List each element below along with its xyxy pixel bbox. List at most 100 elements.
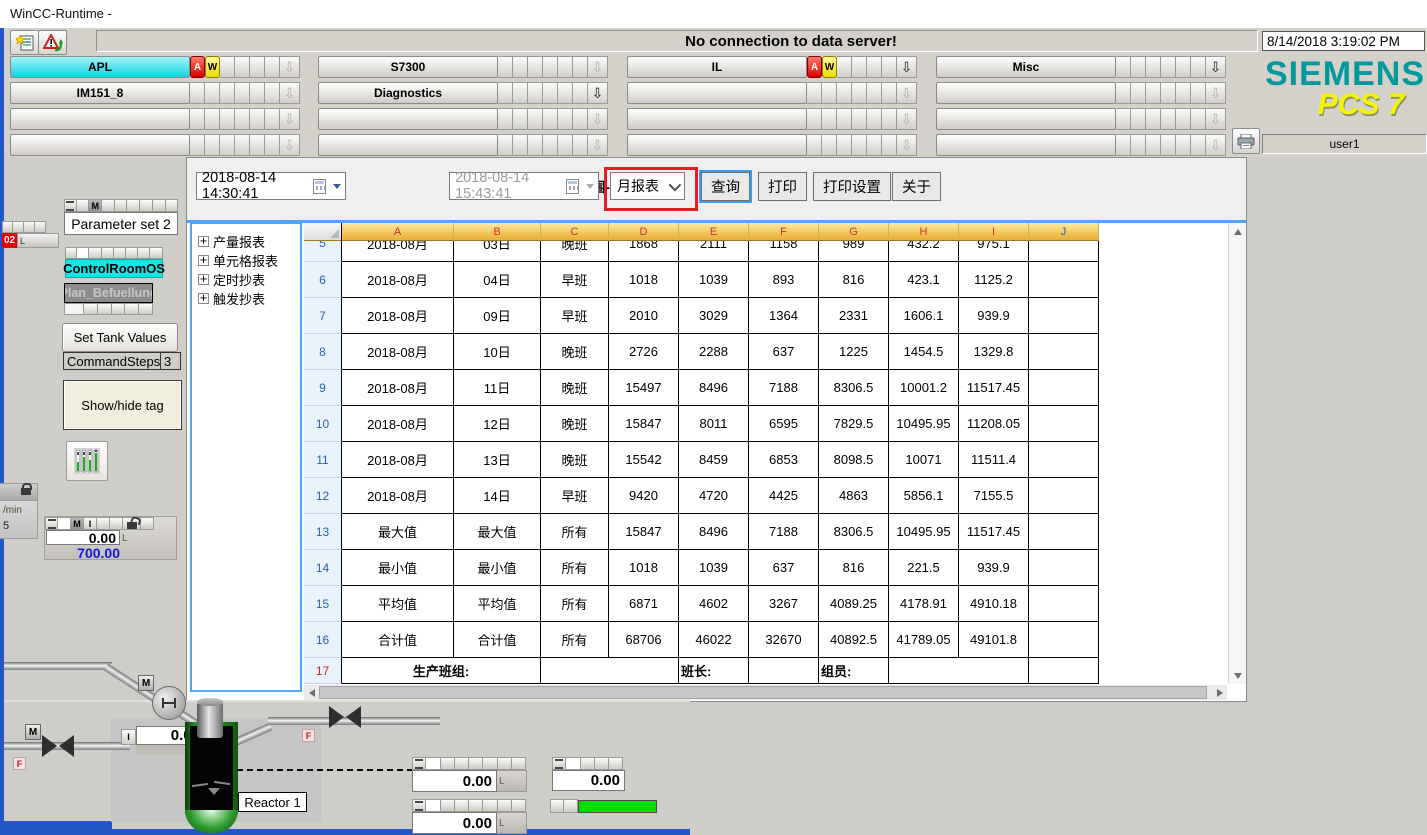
nav-button-empty[interactable] xyxy=(627,134,807,156)
table-cell[interactable]: 15497 xyxy=(609,370,679,406)
faceplate-cell[interactable] xyxy=(102,247,114,259)
table-cell[interactable]: 7155.5 xyxy=(959,478,1029,514)
table-cell[interactable]: 最小值 xyxy=(454,550,541,586)
table-cell[interactable]: 11208.05 xyxy=(959,406,1029,442)
faceplate-cell[interactable] xyxy=(441,757,455,770)
table-cell[interactable]: 4910.18 xyxy=(959,586,1029,622)
table-cell[interactable]: 2111 xyxy=(679,241,749,262)
table-cell[interactable]: 2331 xyxy=(819,298,889,334)
table-cell[interactable]: 最大值 xyxy=(454,514,541,550)
column-header-c[interactable]: C xyxy=(541,223,609,241)
table-cell[interactable]: 939.9 xyxy=(959,550,1029,586)
table-cell[interactable] xyxy=(1029,514,1099,550)
print-button[interactable]: 打印 xyxy=(758,172,807,201)
row-number[interactable]: 5 xyxy=(304,241,342,262)
table-cell[interactable]: 2018-08月 xyxy=(342,406,454,442)
faceplate-cell[interactable] xyxy=(595,757,609,770)
nav-button-misc[interactable]: Misc xyxy=(936,56,1116,78)
scroll-left-arrow[interactable] xyxy=(304,685,319,700)
row-number[interactable]: 12 xyxy=(304,478,342,514)
table-cell[interactable]: 4089.25 xyxy=(819,586,889,622)
select-all-corner[interactable] xyxy=(304,223,342,241)
table-footer-cell[interactable]: 生产班组: xyxy=(342,658,541,684)
page-down-arrow-icon[interactable]: ⇩ xyxy=(1206,134,1226,156)
faceplate-cell[interactable] xyxy=(512,799,526,812)
scroll-right-arrow[interactable] xyxy=(1212,685,1227,700)
table-cell[interactable] xyxy=(1029,334,1099,370)
table-cell[interactable]: 09日 xyxy=(454,298,541,334)
table-cell[interactable]: 11517.45 xyxy=(959,514,1029,550)
faceplate-cell[interactable] xyxy=(426,799,440,812)
table-cell[interactable]: 10001.2 xyxy=(889,370,959,406)
table-cell[interactable]: 1018 xyxy=(609,262,679,298)
faceplate-cell[interactable] xyxy=(112,303,126,315)
table-cell[interactable]: 8496 xyxy=(679,514,749,550)
tree-item[interactable]: 产量报表 xyxy=(198,232,300,251)
faceplate-cell[interactable] xyxy=(98,303,112,315)
faceplate-cell[interactable] xyxy=(609,757,623,770)
table-cell[interactable]: 早班 xyxy=(541,298,609,334)
table-cell[interactable]: 2018-08月 xyxy=(342,442,454,478)
table-cell[interactable]: 939.9 xyxy=(959,298,1029,334)
column-header-f[interactable]: F xyxy=(749,223,819,241)
table-cell[interactable]: 15847 xyxy=(609,514,679,550)
table-cell[interactable]: 2018-08月 xyxy=(342,478,454,514)
faceplate-cell[interactable] xyxy=(564,799,578,813)
table-cell[interactable]: 41789.05 xyxy=(889,622,959,658)
tree-item[interactable]: 单元格报表 xyxy=(198,251,300,270)
page-down-arrow-icon[interactable]: ⇩ xyxy=(897,56,917,78)
valve-mode-badge[interactable]: M xyxy=(25,724,41,740)
query-button[interactable]: 查询 xyxy=(701,172,750,201)
print-setup-button[interactable]: 打印设置 xyxy=(813,172,891,201)
table-cell[interactable]: 46022 xyxy=(679,622,749,658)
faceplate-cell[interactable] xyxy=(441,799,455,812)
row-number[interactable]: 7 xyxy=(304,298,342,334)
mode-badge[interactable]: M xyxy=(89,199,102,212)
page-down-arrow-icon[interactable]: ⇩ xyxy=(1206,56,1226,78)
table-cell[interactable]: 8496 xyxy=(679,370,749,406)
table-cell[interactable]: 1329.8 xyxy=(959,334,1029,370)
page-down-arrow-icon[interactable]: ⇩ xyxy=(897,134,917,156)
mode-badge-internal[interactable]: I xyxy=(84,517,97,530)
faceplate-cell[interactable] xyxy=(102,199,115,212)
table-cell[interactable]: 68706 xyxy=(609,622,679,658)
table-cell[interactable] xyxy=(1029,442,1099,478)
nav-button-empty[interactable] xyxy=(936,108,1116,130)
unlock-cell[interactable] xyxy=(123,517,141,530)
reactor-vessel[interactable] xyxy=(185,722,238,833)
row-number[interactable]: 6 xyxy=(304,262,342,298)
table-cell[interactable]: 6871 xyxy=(609,586,679,622)
table-cell[interactable]: 11511.4 xyxy=(959,442,1029,478)
table-cell[interactable]: 975.1 xyxy=(959,241,1029,262)
table-cell[interactable]: 早班 xyxy=(541,478,609,514)
table-cell[interactable]: 49101.8 xyxy=(959,622,1029,658)
mode-badge-manual[interactable]: M xyxy=(71,517,84,530)
page-down-arrow-icon[interactable]: ⇩ xyxy=(280,56,300,78)
faceplate-cell[interactable] xyxy=(581,757,595,770)
table-cell[interactable]: 晚班 xyxy=(541,370,609,406)
page-down-arrow-icon[interactable]: ⇩ xyxy=(280,82,300,104)
nav-button-empty[interactable] xyxy=(10,108,190,130)
scroll-up-arrow[interactable] xyxy=(1229,223,1246,240)
page-down-arrow-icon[interactable]: ⇩ xyxy=(280,134,300,156)
table-cell[interactable]: 03日 xyxy=(454,241,541,262)
table-cell[interactable]: 2726 xyxy=(609,334,679,370)
table-cell[interactable]: 2010 xyxy=(609,298,679,334)
table-cell[interactable]: 4178.91 xyxy=(889,586,959,622)
faceplate-cell[interactable] xyxy=(89,247,101,259)
table-footer-cell[interactable] xyxy=(749,658,819,684)
faceplate-menu-cell[interactable] xyxy=(412,799,426,812)
table-cell[interactable]: 423.1 xyxy=(889,262,959,298)
table-cell[interactable]: 637 xyxy=(749,550,819,586)
nav-button-im151_8[interactable]: IM151_8 xyxy=(10,82,190,104)
table-cell[interactable]: 6853 xyxy=(749,442,819,478)
table-footer-cell[interactable]: 班长: xyxy=(679,658,749,684)
faceplate-cell[interactable] xyxy=(115,199,128,212)
table-cell[interactable]: 1018 xyxy=(609,550,679,586)
table-cell[interactable]: 4602 xyxy=(679,586,749,622)
nav-button-empty[interactable] xyxy=(627,108,807,130)
page-down-arrow-icon[interactable]: ⇩ xyxy=(1206,82,1226,104)
table-cell[interactable]: 816 xyxy=(819,550,889,586)
table-cell[interactable]: 晚班 xyxy=(541,334,609,370)
alarm-badge-w[interactable]: W xyxy=(822,56,837,78)
